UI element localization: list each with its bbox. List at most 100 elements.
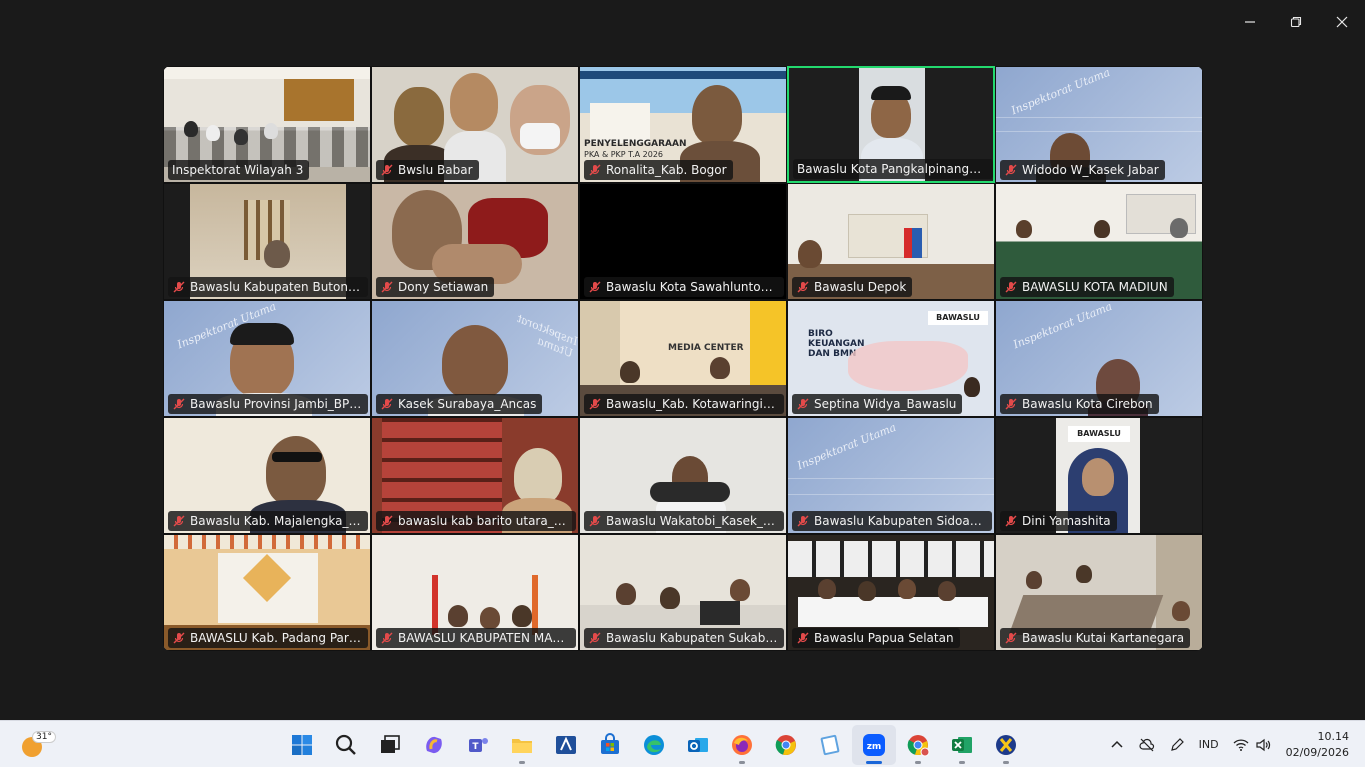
participant-name: Bawaslu Kutai Kartanegara [1022,631,1185,645]
zoom-button[interactable]: zm [852,724,896,765]
participant-tile[interactable]: Inspektorat Utama Widodo W_Kasek Jabar [995,66,1203,183]
task-view-button[interactable] [368,725,412,765]
mic-muted-icon [797,515,809,527]
excel-button[interactable] [940,725,984,765]
search-icon [335,734,356,755]
notepad-icon [820,734,840,755]
copilot-icon [426,736,442,753]
participant-tile[interactable]: Bawaslu Wakatobi_Kasek_Harmin [579,417,787,534]
participant-name: Bawaslu Provinsi Jambi_BP_Sa [190,397,362,411]
search-button[interactable] [324,725,368,765]
pen-icon [1170,737,1184,751]
participant-tile[interactable]: Inspektorat Utama Kasek Surabaya_Ancas [371,300,579,417]
media-center-sign: MEDIA CENTER [668,343,744,353]
clock[interactable]: 10.14 02/09/2026 [1278,729,1365,761]
mic-muted-icon [589,632,601,644]
participant-tile[interactable]: BIRO KEUANGAN DAN BMN BAWASLU Septina Wi… [787,300,995,417]
volume-icon [1255,738,1270,751]
participant-label: Bawaslu Kota Sawahlunto_Kor [584,277,784,297]
participant-label: Bawaslu_Kab. Kotawaringin Barat [584,394,784,414]
xampp-icon [996,734,1016,755]
participant-label: Dini Yamashita [1000,511,1117,531]
firefox-button[interactable] [720,725,764,765]
restore-button[interactable] [1273,8,1319,36]
network-volume-button[interactable] [1226,725,1278,765]
system-tray: IND 10.14 02/09/2026 [1102,721,1365,767]
participant-name: Kasek Surabaya_Ancas [398,397,537,411]
participant-label: Bawaslu Kabupaten Buton Tengah [168,277,368,297]
participant-label: Kasek Surabaya_Ancas [376,394,543,414]
participant-name: Bawaslu Depok [814,280,907,294]
participant-tile[interactable]: Bawaslu Kutai Kartanegara [995,534,1203,651]
participant-name: Bawaslu Papua Selatan [814,631,954,645]
participant-tile[interactable]: bawaslu kab barito utara_kordiv [371,417,579,534]
participant-name: Bwslu Babar [398,163,473,177]
participant-tile[interactable]: Bawaslu Kota Sawahlunto_Kor [579,183,787,300]
chrome-profile-button[interactable] [896,725,940,765]
participant-label: Bawaslu Kabupaten Sidoarjo_Kasek [792,511,992,531]
participant-name: bawaslu kab barito utara_kordiv [398,514,570,528]
copilot-button[interactable] [412,725,456,765]
participant-tile-active-speaker[interactable]: Bawaslu Kota Pangkalpinang_Ketua [787,66,995,183]
mic-muted-icon [1005,281,1017,293]
participant-name: Bawaslu Kabupaten Sidoarjo_Kasek [814,514,986,528]
notepad-button[interactable] [808,725,852,765]
participant-name: BAWASLU KOTA MADIUN [1022,280,1168,294]
mic-muted-icon [173,398,185,410]
xampp-button[interactable] [984,725,1028,765]
taskbar: 31° T zm IND 10.14 02/09/2026 [0,720,1365,767]
mic-muted-icon [381,515,393,527]
onedrive-button[interactable] [1132,725,1162,765]
chevron-up-icon [1111,740,1123,748]
edge-button[interactable] [632,725,676,765]
participant-label: Bawaslu Kab. Majalengka_Kasek [168,511,368,531]
file-explorer-button[interactable] [500,725,544,765]
svg-text:T: T [472,742,479,752]
participant-tile[interactable]: Bawaslu Kabupaten Sukabumi [579,534,787,651]
pen-menu-button[interactable] [1162,725,1192,765]
participant-name: Bawaslu Kota Sawahlunto_Kor [606,280,778,294]
participant-tile[interactable]: Inspektorat Wilayah 3 [163,66,371,183]
participant-tile[interactable]: Bawaslu Papua Selatan [787,534,995,651]
clock-date: 02/09/2026 [1285,745,1349,759]
weather-widget[interactable]: 31° [20,731,56,759]
participant-label: Bawaslu Kutai Kartanegara [1000,628,1191,648]
snipping-tool-button[interactable] [544,725,588,765]
running-indicator [959,760,965,764]
mic-muted-icon [1005,398,1017,410]
outlook-button[interactable] [676,725,720,765]
minimize-button[interactable] [1227,8,1273,36]
participant-tile[interactable]: Inspektorat Utama Bawaslu Kota Cirebon [995,300,1203,417]
chrome-button[interactable] [764,725,808,765]
participant-tile[interactable]: Bawaslu Kabupaten Buton Tengah [163,183,371,300]
participant-tile[interactable]: BAWASLU Dini Yamashita [995,417,1203,534]
close-icon [1336,16,1348,28]
participant-tile[interactable]: Inspektorat Utama Bawaslu Kabupaten Sido… [787,417,995,534]
participant-tile[interactable]: Bwslu Babar [371,66,579,183]
mic-muted-icon [381,164,393,176]
store-button[interactable] [588,725,632,765]
start-button[interactable] [280,725,324,765]
participant-tile[interactable]: Bawaslu Depok [787,183,995,300]
participant-tile[interactable]: PENYELENGGARAAN PKA & PKP T.A 2026 Ronal… [579,66,787,183]
participant-tile[interactable]: BAWASLU KOTA MADIUN [995,183,1203,300]
running-indicator [866,760,882,764]
restore-icon [1290,16,1302,28]
show-hidden-icons-button[interactable] [1102,725,1132,765]
participant-tile[interactable]: Bawaslu Kab. Majalengka_Kasek [163,417,371,534]
participant-tile[interactable]: MEDIA CENTER Bawaslu_Kab. Kotawaringin B… [579,300,787,417]
close-button[interactable] [1319,8,1365,36]
store-icon [601,732,619,754]
participant-label: Bwslu Babar [376,160,479,180]
mic-muted-icon [173,515,185,527]
participant-tile[interactable]: Dony Setiawan [371,183,579,300]
participant-tile[interactable]: BAWASLU KABUPATEN MAPPI [371,534,579,651]
participant-name: BAWASLU KABUPATEN MAPPI [398,631,570,645]
window-controls [1227,8,1365,36]
participant-tile[interactable]: Inspektorat Utama Bawaslu Provinsi Jambi… [163,300,371,417]
participant-name: Widodo W_Kasek Jabar [1022,163,1159,177]
language-indicator[interactable]: IND [1192,725,1226,765]
participant-label: Bawaslu Depok [792,277,913,297]
teams-button[interactable]: T [456,725,500,765]
participant-tile[interactable]: BAWASLU Kab. Padang Pariaman [163,534,371,651]
